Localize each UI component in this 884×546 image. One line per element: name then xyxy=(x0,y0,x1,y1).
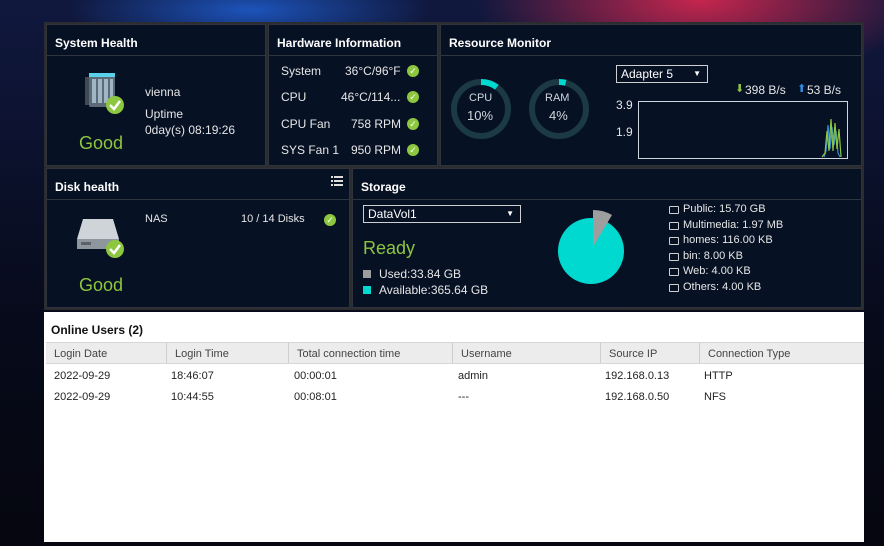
cell-login-date: 2022-09-29 xyxy=(54,370,111,382)
cell-connection-type: HTTP xyxy=(704,370,733,382)
hw-label-cpu: CPU xyxy=(281,90,307,104)
folder-others: Others: 4.00 KB xyxy=(683,281,762,293)
disk-health-status: Good xyxy=(79,275,124,295)
resource-monitor-panel: Resource Monitor CPU 10% RAM 4% Adapter … xyxy=(440,24,862,166)
panel-title: System Health xyxy=(55,36,138,50)
desktop-clock-time: 18:47 xyxy=(700,436,861,499)
folder-icon xyxy=(669,237,679,245)
used-space: Used:33.84 GB xyxy=(379,267,462,281)
folder-icon xyxy=(669,253,679,261)
folder-public: Public: 15.70 GB xyxy=(683,203,766,215)
column-header-login-date[interactable]: Login Date xyxy=(46,342,167,364)
column-header-connection-type[interactable]: Connection Type xyxy=(700,342,864,364)
ram-gauge-label: RAM xyxy=(545,92,570,104)
cell-login-time: 18:46:07 xyxy=(171,370,214,382)
available-legend-swatch xyxy=(363,286,371,294)
column-header-source-ip[interactable]: Source IP xyxy=(601,342,700,364)
hw-label-cpu-fan: CPU Fan xyxy=(281,117,331,131)
cell-source-ip: 192.168.0.13 xyxy=(605,370,670,382)
uptime-label: Uptime xyxy=(145,107,184,121)
hw-label-sys-fan: SYS Fan 1 xyxy=(281,143,340,157)
panel-title: Storage xyxy=(361,180,406,194)
folder-icon xyxy=(669,284,679,292)
storage-status: Ready xyxy=(363,238,416,258)
cell-total-connection-time: 00:00:01 xyxy=(294,370,337,382)
column-header-total-connection-time[interactable]: Total connection time xyxy=(289,342,453,364)
cpu-gauge-value: 10% xyxy=(467,108,494,123)
uptime-value: 0day(s) 08:19:26 xyxy=(145,123,236,137)
storage-usage-pie xyxy=(558,209,624,284)
folder-homes: homes: 116.00 KB xyxy=(683,234,773,246)
disk-device-name: NAS xyxy=(145,213,168,225)
upload-rate: 53 B/s xyxy=(807,83,842,97)
disk-count: 10 / 14 Disks xyxy=(241,213,305,225)
ok-check-icon: ✓ xyxy=(407,91,419,103)
folder-icon xyxy=(669,268,679,276)
desktop-clock-date: 2022/09/29 Thursday xyxy=(636,502,851,526)
download-rate: 398 B/s xyxy=(745,83,786,97)
hw-value-cpu-fan: 758 RPM xyxy=(351,117,402,131)
download-arrow-icon: ⬇ xyxy=(735,83,745,95)
folder-web: Web: 4.00 KB xyxy=(683,265,751,277)
ok-check-icon: ✓ xyxy=(407,144,419,156)
ok-check-icon: ✓ xyxy=(407,65,419,77)
hw-value-sys-fan: 950 RPM xyxy=(351,143,402,157)
chart-scale-high: 3.9 xyxy=(616,98,633,112)
panel-title: Hardware Information xyxy=(277,36,402,50)
hostname: vienna xyxy=(145,85,181,99)
column-header-username[interactable]: Username xyxy=(453,342,601,364)
ok-check-icon: ✓ xyxy=(407,118,419,130)
folder-icon xyxy=(669,206,679,214)
online-users-title: Online Users (2) xyxy=(51,323,144,337)
storage-panel: Storage DataVol1 ▼ Ready Used:33.84 GB A… xyxy=(352,168,862,308)
cell-total-connection-time: 00:08:01 xyxy=(294,391,337,403)
chevron-down-icon: ▼ xyxy=(693,69,701,78)
dashboard-widgets: System Health vienna Uptime 0day(s) 08:1… xyxy=(44,22,864,310)
hw-label-system: System xyxy=(281,64,322,78)
column-header-login-time[interactable]: Login Time xyxy=(167,342,289,364)
cell-login-time: 10:44:55 xyxy=(171,391,214,403)
cell-login-date: 2022-09-29 xyxy=(54,391,111,403)
volume-select-value: DataVol1 xyxy=(368,207,417,221)
folder-multimedia: Multimedia: 1.97 MB xyxy=(683,219,784,231)
cell-source-ip: 192.168.0.50 xyxy=(605,391,670,403)
hw-value-cpu: 46°C/114... xyxy=(341,90,401,104)
adapter-select[interactable]: Adapter 5 ▼ xyxy=(616,65,708,83)
chevron-down-icon: ▼ xyxy=(506,209,514,218)
hw-value-system: 36°C/96°F xyxy=(345,64,401,78)
folder-bin: bin: 8.00 KB xyxy=(683,250,743,262)
system-health-panel: System Health vienna Uptime 0day(s) 08:1… xyxy=(46,24,266,166)
table-row[interactable]: 2022-09-29 10:44:55 00:08:01 --- 192.168… xyxy=(44,387,864,407)
table-row[interactable]: 2022-09-29 18:46:07 00:00:01 admin 192.1… xyxy=(44,366,864,386)
folder-icon xyxy=(669,222,679,230)
cell-connection-type: NFS xyxy=(704,391,726,403)
available-slice xyxy=(558,218,624,284)
cell-username: --- xyxy=(458,391,469,403)
disk-health-panel: Disk health NAS 10 / 14 Disks ✓ Good xyxy=(46,168,350,308)
network-traffic-chart xyxy=(638,101,848,159)
used-legend-swatch xyxy=(363,270,371,278)
adapter-select-value: Adapter 5 xyxy=(621,67,674,81)
system-health-status: Good xyxy=(79,133,124,153)
hardware-info-panel: Hardware Information System 36°C/96°F ✓ … xyxy=(268,24,438,166)
volume-select[interactable]: DataVol1 ▼ xyxy=(363,205,521,223)
upload-arrow-icon: ⬆ xyxy=(797,83,807,95)
chart-scale-low: 1.9 xyxy=(616,125,633,139)
ram-gauge-value: 4% xyxy=(549,108,568,123)
disk-drive-icon xyxy=(77,219,124,258)
panel-title: Disk health xyxy=(55,180,120,194)
list-view-icon[interactable] xyxy=(331,176,343,186)
cell-username: admin xyxy=(458,370,488,382)
ok-check-icon: ✓ xyxy=(324,214,336,226)
nas-device-icon xyxy=(85,73,124,114)
panel-title: Resource Monitor xyxy=(449,36,552,50)
cpu-gauge-label: CPU xyxy=(469,92,493,104)
available-space: Available:365.64 GB xyxy=(379,283,489,297)
